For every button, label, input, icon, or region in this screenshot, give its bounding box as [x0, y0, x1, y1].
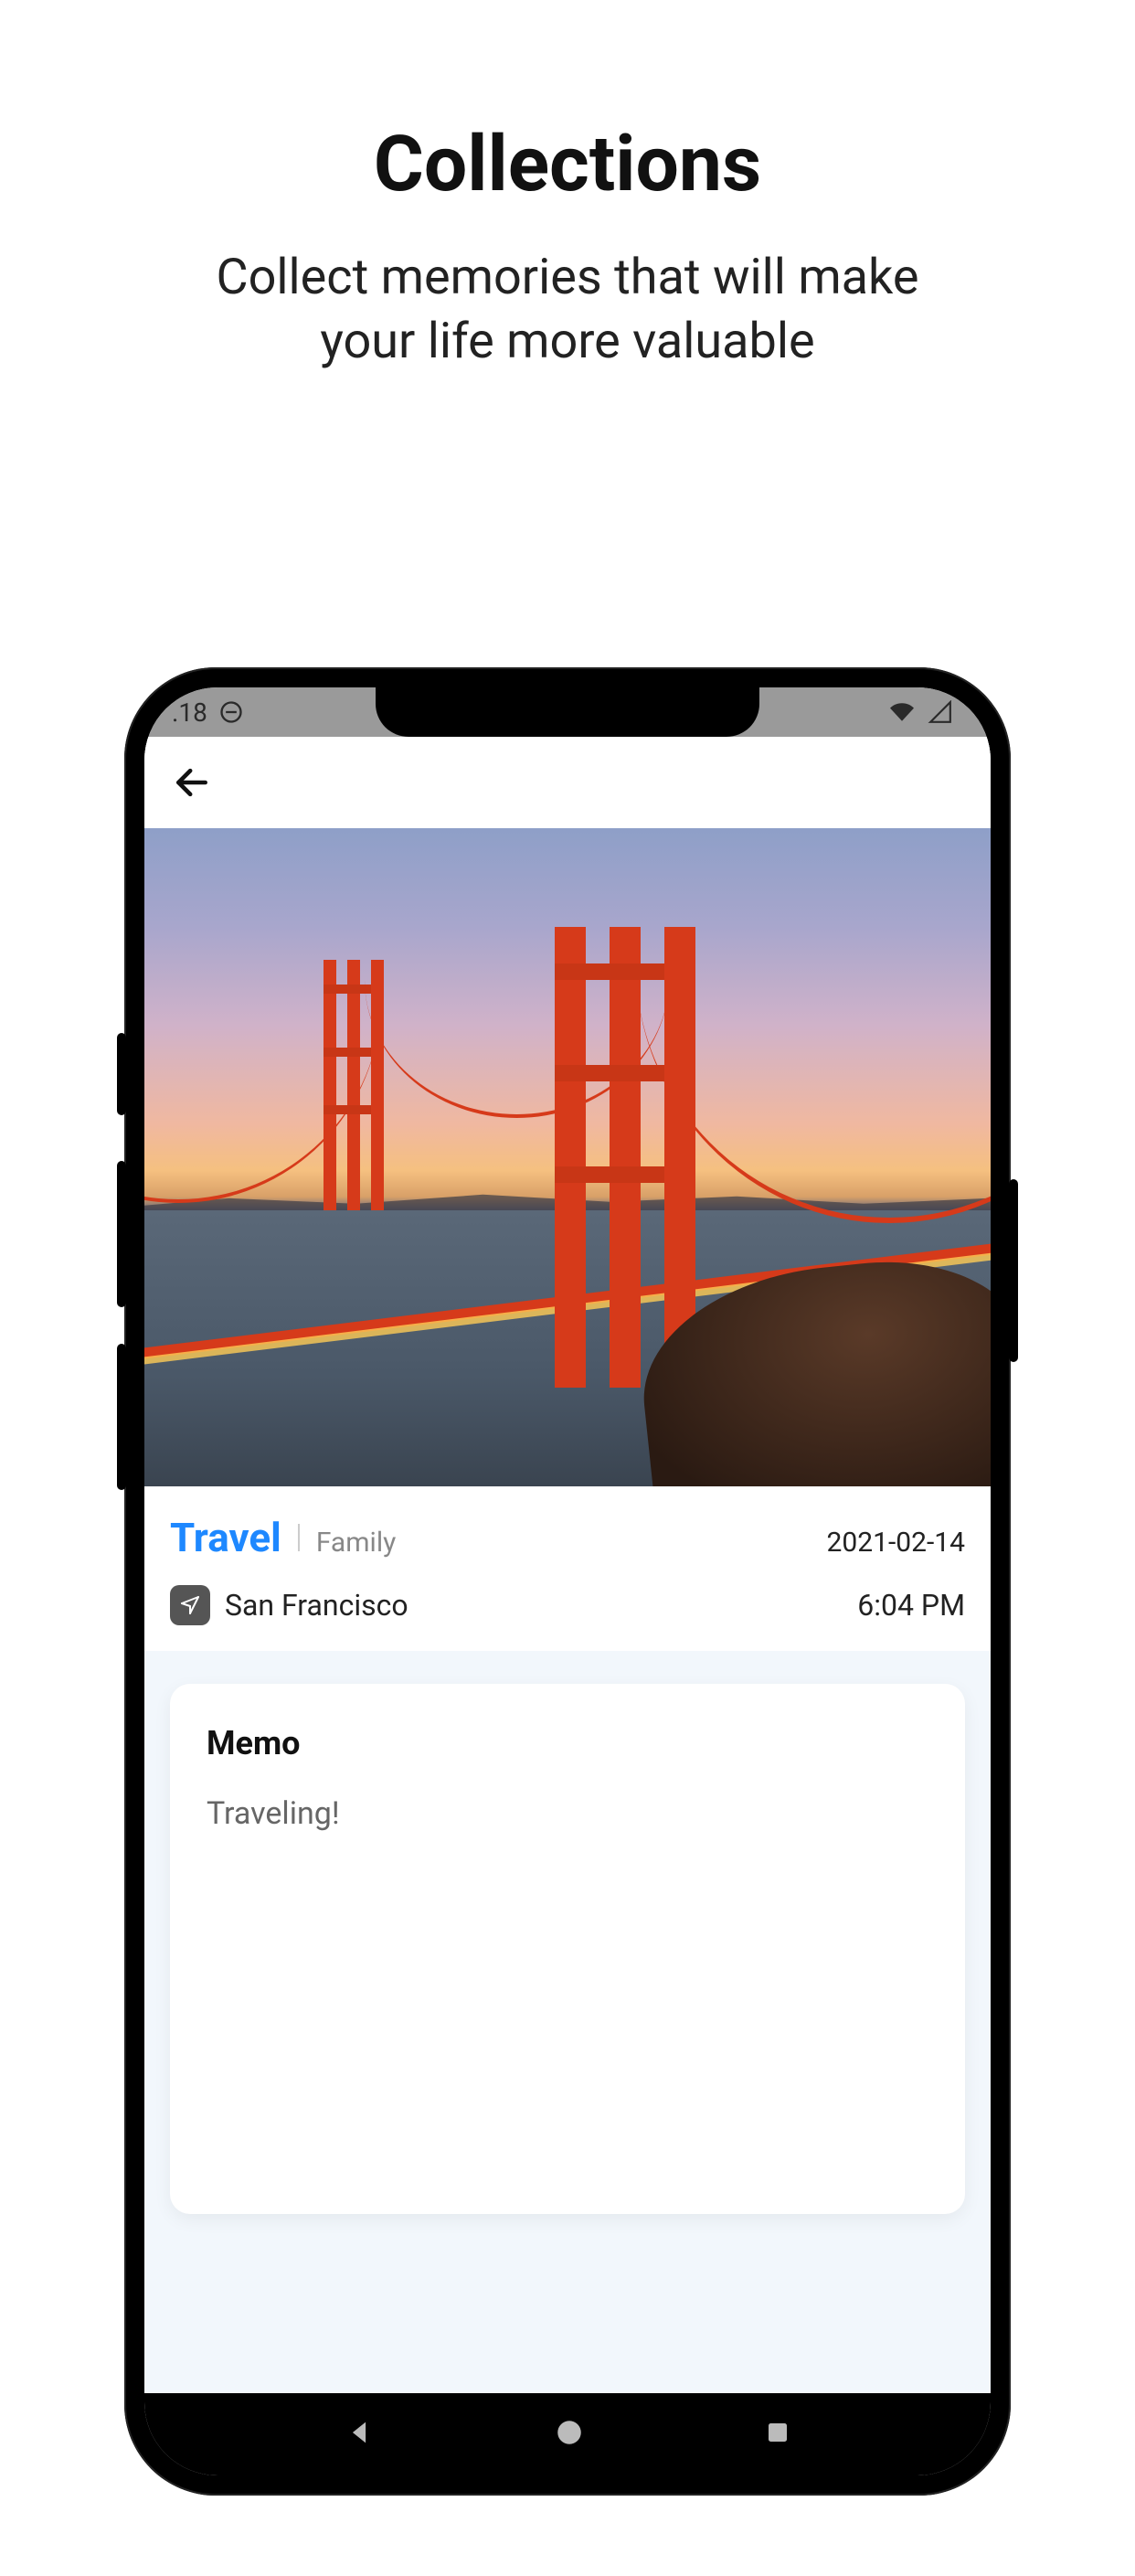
promo-subtitle-line2: your life more valuable — [320, 313, 814, 370]
promo-subtitle: Collect memories that will make your lif… — [0, 246, 1135, 374]
wifi-icon — [886, 700, 918, 724]
phone-notch — [376, 687, 759, 737]
circle-home-icon — [554, 2417, 585, 2448]
memo-body: Traveling! — [207, 1795, 928, 1832]
collection-meta: Travel Family 2021-02-14 — [144, 1486, 991, 1651]
bridge-tower-far — [347, 960, 360, 1210]
memo-card[interactable]: Memo Traveling! — [170, 1684, 965, 2214]
subcategory-label[interactable]: Family — [316, 1527, 397, 1559]
android-nav-bar — [144, 2393, 991, 2475]
category-label[interactable]: Travel — [170, 1514, 281, 1561]
promo-title: Collections — [0, 119, 1135, 209]
square-recents-icon — [764, 2419, 791, 2446]
location-icon[interactable] — [170, 1585, 210, 1625]
divider — [298, 1524, 300, 1551]
nav-recents-button[interactable] — [764, 2419, 791, 2450]
signal-icon — [927, 700, 954, 724]
date-label: 2021-02-14 — [827, 1527, 965, 1559]
back-button[interactable] — [164, 755, 219, 810]
collection-hero-image[interactable] — [144, 828, 991, 1486]
nav-home-button[interactable] — [554, 2417, 585, 2452]
phone-frame: .18 — [124, 667, 1011, 2496]
status-time-fragment: .18 — [172, 697, 207, 728]
arrow-left-icon — [172, 762, 212, 803]
phone-power-button — [1009, 1179, 1018, 1362]
memo-title: Memo — [207, 1724, 928, 1762]
phone-volume-down — [117, 1344, 126, 1490]
location-label: San Francisco — [225, 1588, 408, 1623]
content-area: Memo Traveling! — [144, 1651, 991, 2393]
promo-subtitle-line1: Collect memories that will make — [216, 249, 918, 306]
do-not-disturb-icon — [218, 699, 244, 725]
phone-side-button — [117, 1033, 126, 1115]
triangle-back-icon — [344, 2417, 375, 2448]
app-bar — [144, 737, 991, 828]
phone-screen: .18 — [144, 687, 991, 2475]
bridge-tower-near — [610, 927, 641, 1388]
time-label: 6:04 PM — [857, 1588, 965, 1623]
nav-back-button[interactable] — [344, 2417, 375, 2452]
phone-volume-up — [117, 1161, 126, 1307]
